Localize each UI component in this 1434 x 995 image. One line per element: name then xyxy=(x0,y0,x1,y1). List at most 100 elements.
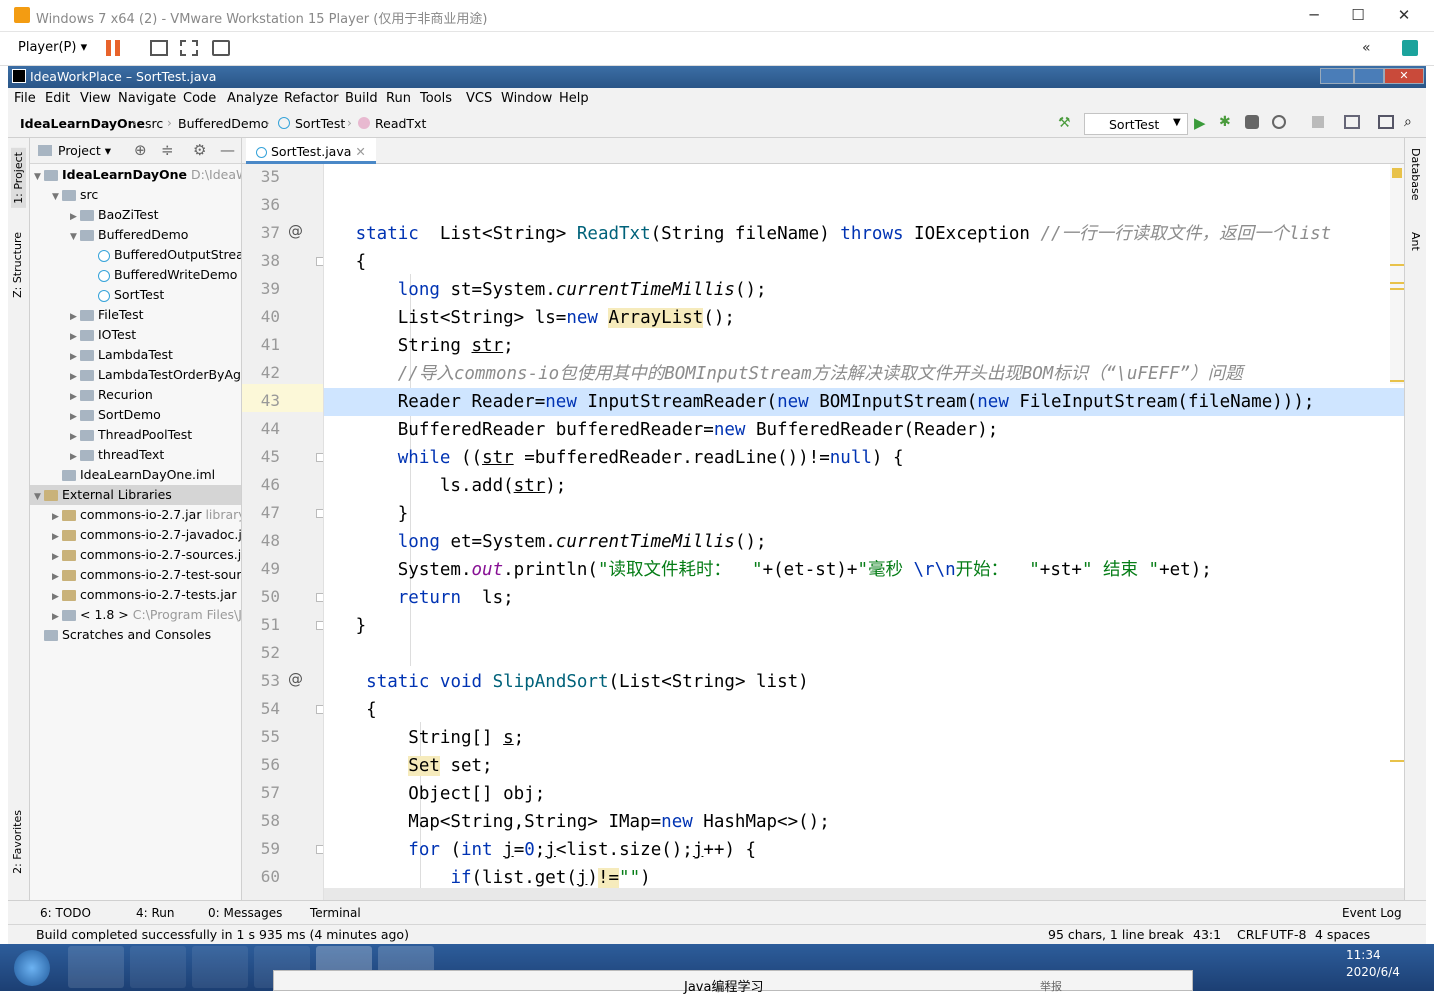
warning-mark[interactable] xyxy=(1390,760,1404,762)
collapsed-arrow-icon[interactable]: ▶ xyxy=(52,607,62,627)
line-number[interactable]: 58 xyxy=(242,811,280,830)
minimize-icon[interactable]: ─ xyxy=(1294,6,1334,24)
line-number[interactable]: 39 xyxy=(242,279,280,298)
app-taskbar-icon[interactable] xyxy=(192,946,248,988)
collapsed-arrow-icon[interactable]: ▶ xyxy=(70,307,80,327)
menu-navigate[interactable]: Navigate xyxy=(118,91,176,106)
warning-mark[interactable] xyxy=(1390,288,1404,290)
line-number[interactable]: 56 xyxy=(242,755,280,774)
menu-code[interactable]: Code xyxy=(183,91,216,106)
fold-icon[interactable] xyxy=(316,257,323,266)
ide-close-icon[interactable]: ✕ xyxy=(1384,68,1424,84)
structure-tool-tab[interactable]: Z: Structure xyxy=(11,232,24,298)
hide-panel-icon[interactable]: — xyxy=(220,141,235,159)
expanded-arrow-icon[interactable]: ▼ xyxy=(34,167,44,187)
clock-date[interactable]: 2020/6/4 xyxy=(1346,965,1400,979)
collapsed-arrow-icon[interactable]: ▶ xyxy=(70,387,80,407)
horizontal-scrollbar[interactable] xyxy=(324,888,1404,900)
expanded-arrow-icon[interactable]: ▼ xyxy=(34,487,44,507)
line-number[interactable]: 60 xyxy=(242,867,280,886)
tree-item[interactable]: ▼ IdeaLearnDayOne D:\IdeaW xyxy=(30,165,241,187)
maximize-icon[interactable]: ☐ xyxy=(1338,6,1378,24)
collapse-icon[interactable]: « xyxy=(1362,40,1371,56)
menu-view[interactable]: View xyxy=(80,91,111,106)
line-number[interactable]: 51 xyxy=(242,615,280,634)
status-message[interactable]: Build completed successfully in 1 s 935 … xyxy=(36,927,409,942)
tree-item[interactable]: ▶ BaoZiTest xyxy=(30,205,241,225)
ide-maximize-icon[interactable] xyxy=(1354,68,1384,84)
tree-item[interactable]: BufferedWriteDemo xyxy=(30,265,241,285)
caret-position[interactable]: 43:1 xyxy=(1193,927,1221,942)
file-encoding[interactable]: UTF-8 xyxy=(1270,927,1306,942)
terminal-tab[interactable]: Terminal xyxy=(310,906,361,920)
player-menu[interactable]: Player(P) ▾ xyxy=(18,40,87,55)
chrome-taskbar-icon[interactable] xyxy=(130,946,186,988)
tree-item[interactable]: ▶ commons-io-2.7-javadoc.ja xyxy=(30,525,241,547)
project-structure-icon[interactable] xyxy=(1344,115,1360,129)
breadcrumb-package[interactable]: BufferedDemo xyxy=(178,116,268,131)
event-log-tab[interactable]: Event Log xyxy=(1342,906,1402,920)
clock-time[interactable]: 11:34 xyxy=(1346,948,1381,962)
tree-item[interactable]: ▶ ThreadPoolTest xyxy=(30,425,241,447)
run-tab[interactable]: 4: Run xyxy=(136,906,175,920)
override-marker-icon[interactable]: @ xyxy=(288,222,303,240)
collapsed-arrow-icon[interactable]: ▶ xyxy=(52,567,62,587)
menu-vcs[interactable]: VCS xyxy=(466,91,492,106)
tab-close-icon[interactable]: ✕ xyxy=(355,144,365,159)
warning-mark[interactable] xyxy=(1390,282,1404,284)
tree-item[interactable]: ▶ threadText xyxy=(30,445,241,465)
tree-item[interactable]: ▶ < 1.8 > C:\Program Files\J xyxy=(30,605,241,627)
line-number[interactable]: 46 xyxy=(242,475,280,494)
menu-help[interactable]: Help xyxy=(559,91,589,106)
tree-item[interactable]: ▼ src xyxy=(30,185,241,205)
line-number[interactable]: 55 xyxy=(242,727,280,746)
menu-build[interactable]: Build xyxy=(345,91,378,106)
line-number[interactable]: 43 xyxy=(242,391,280,410)
line-number[interactable]: 38 xyxy=(242,251,280,270)
indent-setting[interactable]: 4 spaces xyxy=(1315,927,1370,942)
line-number[interactable]: 52 xyxy=(242,643,280,662)
tree-item[interactable]: ▶ LambdaTest xyxy=(30,345,241,365)
tree-item[interactable]: ▶ commons-io-2.7-test-sourc xyxy=(30,565,241,587)
line-number[interactable]: 48 xyxy=(242,531,280,550)
close-icon[interactable]: ✕ xyxy=(1384,6,1424,24)
tree-item[interactable]: SortTest xyxy=(30,285,241,305)
tree-item[interactable]: ▶commons-io-2.7-tests.jar l xyxy=(30,585,241,605)
tree-item[interactable]: ▼ BufferedDemo xyxy=(30,225,241,245)
fold-icon[interactable] xyxy=(316,705,323,714)
menu-run[interactable]: Run xyxy=(386,91,411,106)
line-number[interactable]: 44 xyxy=(242,419,280,438)
line-number[interactable]: 45 xyxy=(242,447,280,466)
line-number[interactable]: 47 xyxy=(242,503,280,522)
explorer-taskbar-icon[interactable] xyxy=(68,946,124,988)
run-config-select[interactable]: SortTest ▼ xyxy=(1084,113,1188,135)
collapse-all-icon[interactable]: ≑ xyxy=(161,141,174,159)
line-number[interactable]: 59 xyxy=(242,839,280,858)
todo-tab[interactable]: 6: TODO xyxy=(40,906,91,920)
send-ctrl-alt-del-icon[interactable] xyxy=(150,40,168,56)
collapsed-arrow-icon[interactable]: ▶ xyxy=(70,327,80,347)
line-number[interactable]: 41 xyxy=(242,335,280,354)
ide-minimize-icon[interactable] xyxy=(1320,68,1354,84)
run-icon[interactable]: ▶ xyxy=(1194,114,1206,132)
breadcrumb-method[interactable]: ReadTxt xyxy=(375,116,426,131)
collapsed-arrow-icon[interactable]: ▶ xyxy=(52,547,62,567)
stop-icon[interactable] xyxy=(1312,116,1324,128)
gear-icon[interactable]: ⚙ xyxy=(193,141,206,159)
line-number[interactable]: 54 xyxy=(242,699,280,718)
breadcrumb-src[interactable]: src xyxy=(145,116,163,131)
unity-icon[interactable] xyxy=(212,40,230,56)
search-icon[interactable]: ⌕ xyxy=(1404,114,1412,130)
tree-item[interactable]: ▶ commons-io-2.7.jar library xyxy=(30,505,241,525)
menu-tools[interactable]: Tools xyxy=(420,91,452,106)
tree-item[interactable]: ▶ LambdaTestOrderByAg xyxy=(30,365,241,385)
collapsed-arrow-icon[interactable]: ▶ xyxy=(52,527,62,547)
warning-mark[interactable] xyxy=(1390,380,1404,382)
debug-icon[interactable]: ✱ xyxy=(1219,114,1231,130)
coverage-icon[interactable] xyxy=(1245,115,1259,129)
line-number[interactable]: 42 xyxy=(242,363,280,382)
tree-item[interactable]: Scratches and Consoles xyxy=(30,625,241,645)
warning-mark[interactable] xyxy=(1390,264,1404,266)
override-marker-icon[interactable]: @ xyxy=(288,670,303,688)
collapsed-arrow-icon[interactable]: ▶ xyxy=(70,427,80,447)
